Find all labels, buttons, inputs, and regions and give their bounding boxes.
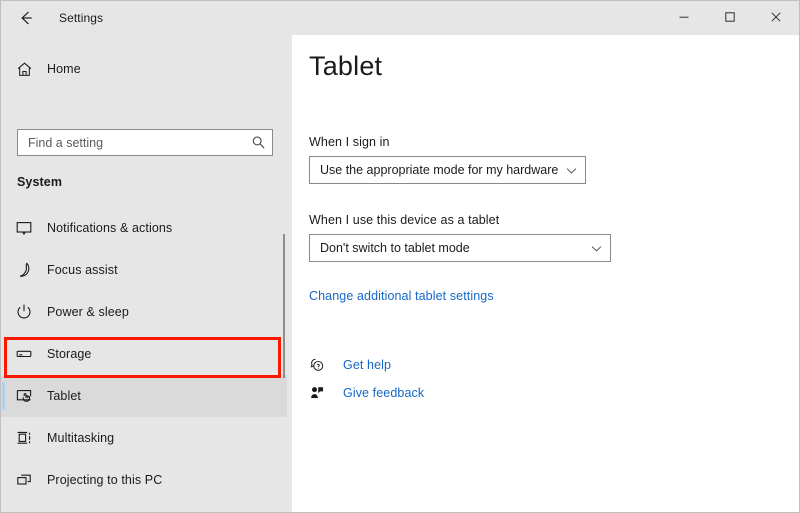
get-help-link[interactable]: Get help (343, 358, 391, 372)
chevron-down-icon (582, 242, 610, 255)
sidebar-item-power-and-sleep[interactable]: Power & sleep (1, 291, 287, 333)
give-feedback-link[interactable]: Give feedback (343, 386, 424, 400)
tablet-use-value: Don't switch to tablet mode (320, 241, 470, 255)
sidebar-item-focus-assist[interactable]: Focus assist (1, 249, 287, 291)
sidebar-item-storage[interactable]: Storage (1, 333, 287, 375)
search-box[interactable] (17, 129, 273, 156)
sidebar-item-projecting-to-this-pc[interactable]: Projecting to this PC (1, 459, 287, 501)
get-help-icon (307, 357, 327, 373)
sidebar-item-shared-experiences[interactable]: Shared experiences (1, 501, 287, 512)
give-feedback-icon (307, 385, 327, 401)
power-icon (1, 303, 47, 321)
maximize-icon (724, 11, 736, 23)
sidebar-group-header: System (17, 175, 63, 189)
sidebar-item-label: Projecting to this PC (47, 473, 163, 487)
sign-in-mode-dropdown[interactable]: Use the appropriate mode for my hardware (309, 156, 586, 184)
sidebar-scrollbar-thumb[interactable] (283, 234, 285, 378)
sidebar-item-multitasking[interactable]: Multitasking (1, 417, 287, 459)
sidebar-item-label: Notifications & actions (47, 221, 173, 235)
sidebar-item-label: Tablet (47, 389, 81, 403)
tablet-use-dropdown[interactable]: Don't switch to tablet mode (309, 234, 611, 262)
title-bar: Settings (1, 1, 799, 35)
projecting-icon (1, 471, 47, 489)
page-title: Tablet (309, 51, 383, 81)
moon-icon (1, 261, 47, 279)
chevron-down-icon (558, 164, 585, 177)
home-icon (1, 61, 47, 78)
tablet-use-label: When I use this device as a tablet (309, 213, 500, 227)
search-icon (244, 135, 272, 150)
notification-icon (1, 219, 47, 237)
change-additional-tablet-settings-link[interactable]: Change additional tablet settings (309, 289, 494, 303)
maximize-button[interactable] (707, 1, 753, 33)
sidebar: Home System Notifications & ac (1, 35, 292, 512)
close-icon (770, 11, 782, 23)
sidebar-item-home[interactable]: Home (1, 52, 273, 86)
tablet-touch-icon (1, 387, 47, 405)
sign-in-mode-value: Use the appropriate mode for my hardware (320, 163, 559, 177)
search-input[interactable] (18, 135, 244, 150)
sidebar-item-label: Power & sleep (47, 305, 129, 319)
sidebar-item-label: Storage (47, 347, 92, 361)
settings-window: Settings Home Find a setting System Noti… (0, 0, 800, 513)
window-controls (661, 1, 799, 33)
sidebar-item-notifications-and-actions[interactable]: Notifications & actions (1, 207, 287, 249)
main-content: Tablet When I sign in Use the appropriat… (292, 35, 799, 512)
home-label: Home (47, 62, 81, 76)
app-title: Settings (59, 11, 104, 25)
sidebar-scrollbar[interactable] (282, 35, 288, 512)
sign-in-label: When I sign in (309, 135, 390, 149)
close-button[interactable] (753, 1, 799, 33)
minimize-icon (678, 11, 690, 23)
minimize-button[interactable] (661, 1, 707, 33)
sidebar-nav-list: Notifications & actions Focus assist Pow… (1, 207, 287, 512)
drive-icon (1, 345, 47, 363)
sidebar-item-label: Multitasking (47, 431, 115, 445)
sidebar-item-label: Focus assist (47, 263, 118, 277)
get-help-row[interactable]: Get help (307, 355, 391, 375)
sidebar-item-tablet[interactable]: Tablet (1, 375, 287, 417)
give-feedback-row[interactable]: Give feedback (307, 383, 424, 403)
back-arrow-icon (18, 10, 34, 26)
back-button[interactable] (3, 2, 49, 34)
multitasking-icon (1, 429, 47, 447)
